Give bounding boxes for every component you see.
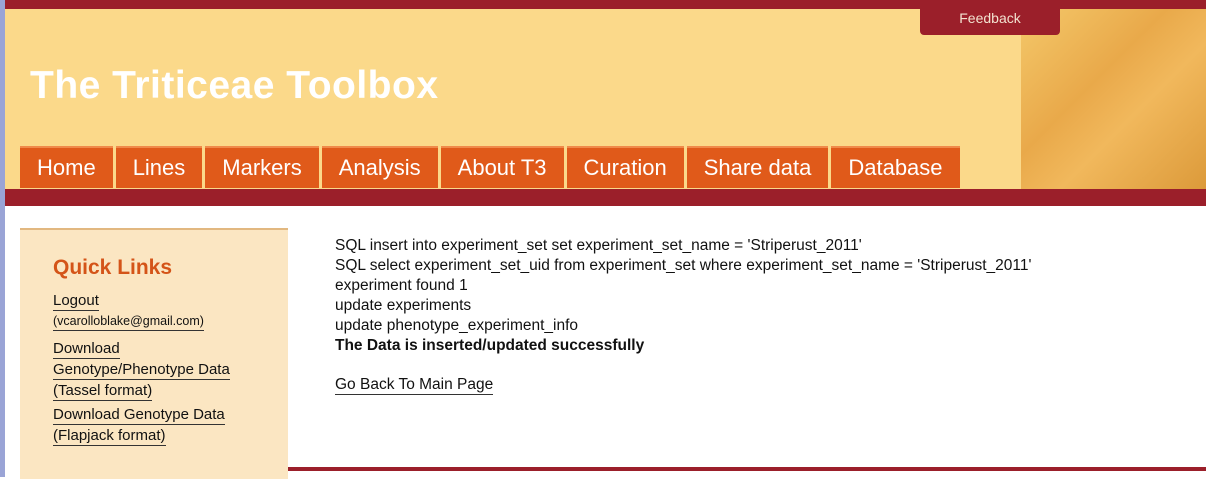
quick-links-sidebar: Quick Links Logout (vcarolloblake@gmail.… — [20, 228, 288, 479]
site-title: The Triticeae Toolbox — [30, 64, 439, 107]
message-line: update phenotype_experiment_info — [335, 317, 579, 334]
download-flapjack-line1[interactable]: Download Genotype Data — [53, 405, 225, 425]
result-messages: SQL insert into experiment_set set exper… — [335, 236, 1031, 356]
quick-links-title: Quick Links — [53, 256, 173, 279]
nav-tab-home[interactable]: Home — [20, 146, 113, 188]
download-tassel-line1[interactable]: Download — [53, 339, 120, 359]
nav-tab-markers[interactable]: Markers — [205, 146, 319, 188]
success-message: The Data is inserted/updated successfull… — [335, 337, 645, 354]
message-line: SQL select experiment_set_uid from exper… — [335, 257, 1032, 274]
nav-tab-curation[interactable]: Curation — [566, 146, 684, 188]
back-to-main-link[interactable]: Go Back To Main Page — [335, 375, 494, 395]
user-email[interactable]: (vcarolloblake@gmail.com) — [53, 313, 204, 331]
header-wheat-image — [1021, 9, 1206, 189]
feedback-button[interactable]: Feedback — [920, 9, 1060, 35]
header-divider-band — [5, 189, 1206, 206]
message-line: update experiments — [335, 297, 472, 314]
nav-tab-lines[interactable]: Lines — [115, 146, 203, 188]
footer-divider — [288, 467, 1206, 471]
logout-group: Logout (vcarolloblake@gmail.com) — [53, 291, 204, 331]
nav-tab-database[interactable]: Database — [831, 146, 960, 188]
download-flapjack-link[interactable]: Download Genotype Data (Flapjack format) — [53, 405, 225, 446]
download-flapjack-line2[interactable]: (Flapjack format) — [53, 426, 166, 446]
logout-link[interactable]: Logout — [53, 291, 99, 311]
download-tassel-line2[interactable]: Genotype/Phenotype Data — [53, 360, 230, 380]
main-nav: Home Lines Markers Analysis About T3 Cur… — [20, 146, 963, 188]
nav-tab-analysis[interactable]: Analysis — [321, 146, 438, 188]
nav-tab-share-data[interactable]: Share data — [686, 146, 829, 188]
download-tassel-line3[interactable]: (Tassel format) — [53, 381, 153, 401]
download-tassel-link[interactable]: Download Genotype/Phenotype Data (Tassel… — [53, 339, 230, 401]
top-bar — [5, 0, 1206, 9]
message-line: SQL insert into experiment_set set exper… — [335, 237, 862, 254]
nav-tab-about-t3[interactable]: About T3 — [440, 146, 564, 188]
message-line: experiment found 1 — [335, 277, 468, 294]
